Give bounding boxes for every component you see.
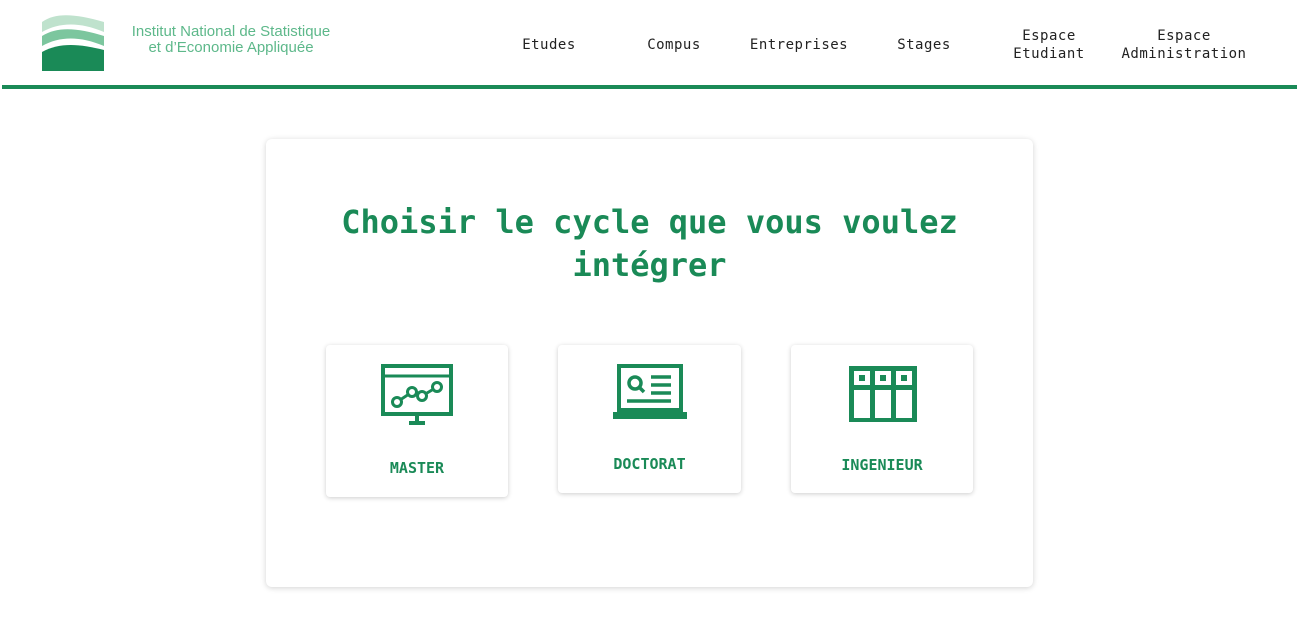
nav-espace-administration-line-2: Administration	[1121, 46, 1247, 62]
research-laptop-icon	[613, 364, 687, 419]
ingenieur-label: INGENIEUR	[841, 456, 923, 474]
nav-espace-etudiant-line-1: Espace	[1022, 28, 1076, 44]
header-divider	[2, 85, 1297, 89]
building-grid-icon	[849, 366, 917, 422]
logo-text: Institut National de Statistique et d’Ec…	[116, 24, 346, 56]
institute-logo[interactable]: Institut National de Statistique et d’Ec…	[40, 14, 340, 74]
logo-line-2: et d’Economie Appliquée	[148, 39, 314, 56]
nav-stages[interactable]: Stages	[884, 36, 964, 54]
nav-entreprises[interactable]: Entreprises	[744, 36, 854, 54]
page-title: Choisir le cycle que vous voulez intégre…	[341, 203, 958, 284]
master-option[interactable]: MASTER	[326, 345, 508, 497]
site-header: Institut National de Statistique et d’Ec…	[0, 0, 1299, 89]
nav-espace-etudiant[interactable]: Espace Etudiant	[1004, 27, 1094, 63]
nav-espace-administration[interactable]: Espace Administration	[1114, 27, 1254, 63]
nav-espace-administration-line-1: Espace	[1157, 28, 1211, 44]
master-label: MASTER	[389, 459, 445, 477]
ingenieur-option[interactable]: INGENIEUR	[791, 345, 973, 493]
nav-espace-etudiant-line-2: Etudiant	[1013, 46, 1085, 62]
nav-compus[interactable]: Compus	[634, 36, 714, 54]
presentation-chart-icon	[381, 364, 453, 425]
doctorat-label: DOCTORAT	[613, 455, 686, 473]
nav-etudes[interactable]: Etudes	[509, 36, 589, 54]
doctorat-option[interactable]: DOCTORAT	[558, 345, 741, 493]
cycle-selection-card: Choisir le cycle que vous voulez intégre…	[266, 139, 1033, 587]
logo-line-1: Institut National de Statistique	[131, 23, 331, 40]
logo-wave-icon	[42, 15, 104, 71]
